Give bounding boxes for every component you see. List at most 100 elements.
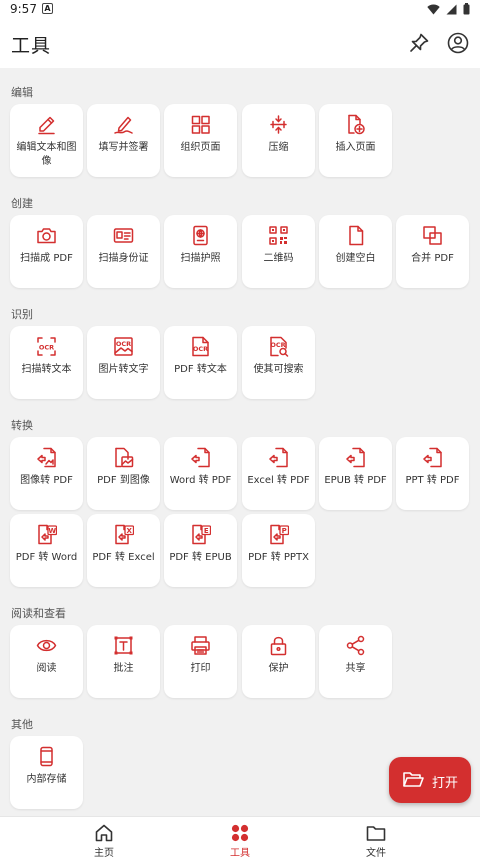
notification-icon: A [42,3,53,14]
tool-tile-label: 创建空白 [335,253,376,264]
compress-icon [270,115,287,134]
tool-tile-printer[interactable]: 打印 [164,625,237,698]
blank-page-icon [349,225,364,246]
bottom-navigation: 主页 工具 文件 [0,816,480,859]
svg-text:W: W [48,527,56,535]
tool-tile-to-excel[interactable]: X PDF 转 Excel [87,514,160,587]
convert-image-icon [37,447,56,468]
tool-tile-label: 阅读 [36,663,57,674]
ocr-image-icon: OCR [114,337,133,356]
tool-tile-ocr-image[interactable]: OCR 图片转文字 [87,326,160,399]
tool-tile-convert-ppt[interactable]: PPT 转 PDF [396,437,469,510]
svg-text:X: X [127,527,133,535]
tool-tile-phone[interactable]: 内部存储 [10,736,83,809]
signal-icon [446,4,457,14]
grid-pages-icon [191,115,210,134]
pin-button[interactable] [407,31,431,55]
tool-tile-convert-image[interactable]: 图像转 PDF [10,437,83,510]
tool-tile-to-epub[interactable]: E PDF 转 EPUB [164,514,237,587]
tool-tile-label: 打印 [190,663,211,674]
to-pptx-icon: P [270,524,289,545]
section-label: 阅读和查看 [11,607,66,620]
convert-word-icon [191,447,210,468]
tool-tile-label: 插入页面 [335,142,376,153]
nav-tools-label: 工具 [230,848,250,859]
pin-icon [410,33,429,52]
tool-tile-convert-excel[interactable]: Excel 转 PDF [242,437,315,510]
tool-tile-label: EPUB 转 PDF [324,475,387,486]
id-card-icon [113,228,134,243]
nav-home[interactable]: 主页 [44,817,164,859]
tool-tile-label: 二维码 [263,253,294,264]
tool-tile-convert-epub[interactable]: EPUB 转 PDF [319,437,392,510]
phone-icon [40,746,53,767]
section-label: 识别 [11,308,33,321]
insert-page-icon [348,114,365,135]
tool-tile-lock[interactable]: 保护 [242,625,315,698]
tool-tile-ocr-scan[interactable]: OCR 扫描转文本 [10,326,83,399]
tool-tile-ocr-search[interactable]: OCR 使其可搜索 [242,326,315,399]
account-button[interactable] [446,31,470,55]
tool-tile-blank-page[interactable]: 创建空白 [319,215,392,288]
nav-files[interactable]: 文件 [316,817,436,859]
tool-tile-compress[interactable]: 压缩 [242,104,315,177]
ocr-search-icon: OCR [270,336,289,357]
tool-tile-label: Excel 转 PDF [247,475,310,486]
nav-files-label: 文件 [366,848,386,859]
app-header: 工具 [0,20,480,68]
tool-tile-merge[interactable]: 合并 PDF [396,215,469,288]
tool-tile-ocr-pdf[interactable]: OCR PDF 转文本 [164,326,237,399]
tool-tile-to-word[interactable]: W PDF 转 Word [10,514,83,587]
tool-tile-edit-pencil[interactable]: 编辑文本和图像 [10,104,83,177]
camera-icon [37,228,56,244]
section-label: 编辑 [11,86,33,99]
tool-tile-label: 图片转文字 [98,364,149,375]
tool-tile-share[interactable]: 共享 [319,625,392,698]
tool-tile-qr-code[interactable]: 二维码 [242,215,315,288]
ocr-scan-icon: OCR [37,337,56,356]
tool-tile-id-card[interactable]: 扫描身份证 [87,215,160,288]
tool-tile-text-box[interactable]: 批注 [87,625,160,698]
tool-tile-sign-pen[interactable]: 填写并签署 [87,104,160,177]
tool-tile-grid-pages[interactable]: 组织页面 [164,104,237,177]
folder-icon [366,826,386,841]
section-label: 创建 [11,197,33,210]
tool-tile-label: PDF 到图像 [97,475,150,486]
wifi-icon [427,4,440,14]
tool-tile-label: Word 转 PDF [169,475,232,486]
tools-content: 编辑 编辑文本和图像 填写并签署 组织页面 压缩 插入页面 创建 扫描成 PDF 扫描身份证 扫描… [0,68,480,816]
tool-tile-convert-to-image[interactable]: PDF 到图像 [87,437,160,510]
svg-text:OCR: OCR [193,345,208,353]
svg-text:E: E [204,527,209,535]
status-bar: 9:57 A [0,0,480,20]
tool-tile-label: 扫描转文本 [21,364,72,375]
tool-tile-label: 扫描护照 [180,253,221,264]
open-fab-label: 打开 [432,776,459,791]
nav-tools[interactable]: 工具 [180,817,300,859]
page-title: 工具 [11,35,52,57]
account-icon [447,32,469,54]
open-fab-button[interactable]: 打开 [389,757,471,803]
edit-pencil-icon [38,116,55,135]
svg-text:OCR: OCR [116,340,131,348]
section-label: 转换 [11,419,33,432]
convert-ppt-icon [423,447,442,468]
tool-tile-insert-page[interactable]: 插入页面 [319,104,392,177]
tool-tile-to-pptx[interactable]: P PDF 转 PPTX [242,514,315,587]
tool-tile-label: PDF 转 EPUB [169,552,232,563]
to-excel-icon: X [115,524,134,545]
svg-text:OCR: OCR [270,341,285,349]
status-time: 9:57 [10,2,37,16]
tool-tile-eye[interactable]: 阅读 [10,625,83,698]
tool-tile-label: 批注 [113,663,134,674]
tool-tile-camera[interactable]: 扫描成 PDF [10,215,83,288]
tool-tile-label: 压缩 [268,142,289,153]
tool-tile-label: 扫描身份证 [98,253,149,264]
tool-tile-label: 使其可搜索 [253,364,304,375]
tool-tile-passport[interactable]: 扫描护照 [164,215,237,288]
convert-excel-icon [269,447,288,468]
tool-tile-label: 填写并签署 [98,142,149,153]
qr-code-icon [269,226,288,245]
lock-icon [270,636,287,656]
tool-tile-convert-word[interactable]: Word 转 PDF [164,437,237,510]
